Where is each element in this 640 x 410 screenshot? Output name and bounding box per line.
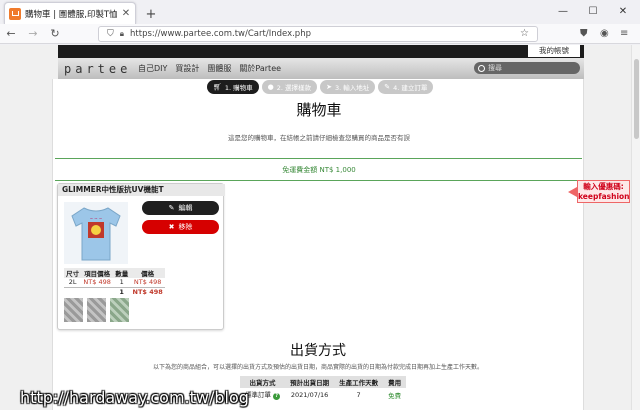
search-input[interactable]: 搜尋 (474, 62, 580, 74)
step-address: ➤ 3. 輸入地址 (320, 80, 376, 94)
globe-icon: ● (267, 83, 274, 91)
divider (55, 158, 582, 159)
total-qty: 1 (113, 286, 131, 296)
remove-label: 移除 (178, 223, 193, 231)
item-price-table: 尺寸 項目價格 數量 價格 2L NT$ 498 1 NT$ 498 1 NT$… (64, 268, 165, 296)
design-thumbnail[interactable] (64, 298, 83, 322)
scroll-thumb[interactable] (634, 59, 639, 139)
cart-item-card: GLIMMER中性版抗UV機能T ~ ~ ~ ✎ 編輯 ✖ 移除 尺寸 項目價格 數… (57, 183, 225, 330)
nav-group-wear[interactable]: 團體服 (207, 63, 231, 74)
browser-toolbar: ← → ↻ ⛉ 🔒︎ https://www.partee.com.tw/Car… (0, 24, 640, 44)
size-value: 2L (68, 278, 77, 287)
step-choose-style: ● 2. 選擇樣款 (261, 80, 318, 94)
search-icon (478, 64, 485, 72)
page-scrollbar[interactable] (631, 45, 640, 410)
pocket-icon[interactable]: ⛊ (580, 28, 588, 39)
col-price: 價格 (130, 268, 165, 278)
url-text[interactable]: https://www.partee.com.tw/Cart/Index.php (130, 29, 311, 39)
tshirt-image[interactable]: ~ ~ ~ (64, 202, 128, 264)
minimize-icon[interactable]: — (548, 0, 578, 22)
remove-button[interactable]: ✖ 移除 (142, 220, 219, 234)
cart-icon: 🛒︎ (213, 83, 222, 91)
my-account-link[interactable]: 我的帳號 (528, 45, 580, 57)
cart-favicon-icon (9, 7, 21, 20)
tab-bar: 購物車 | 團體服,印製T恤,客製化 ✕ + (0, 0, 640, 24)
close-tab-icon[interactable]: ✕ (121, 8, 131, 19)
pencil-icon: ✎ (168, 204, 175, 212)
nav-buy-design[interactable]: 買設計 (175, 63, 199, 74)
back-icon[interactable]: ← (0, 27, 22, 40)
nav-about[interactable]: 關於Partee (239, 63, 281, 74)
browser-tab[interactable]: 購物車 | 團體服,印製T恤,客製化 ✕ (4, 2, 136, 24)
cart-subtitle: 這是您的購物車，在結帳之前請仔細檢查您購買的商品是否有誤 (228, 134, 410, 142)
edit-label: 編輯 (178, 204, 193, 212)
new-tab-button[interactable]: + (142, 4, 160, 24)
site-navbar: partee 自己DIY 買設計 團體服 關於Partee 搜尋 (58, 58, 584, 79)
unit-price-value: NT$ 498 (83, 278, 111, 287)
page-title: 購物車 (296, 101, 342, 119)
qty-value: 1 (119, 278, 124, 287)
free-shipping-text: 免運費金額 NT$ 1,000 (282, 166, 356, 174)
step-label: 4. 建立訂單 (393, 84, 428, 92)
site-logo[interactable]: partee (64, 62, 130, 76)
design-thumbnails (64, 298, 129, 322)
edit-button[interactable]: ✎ 編輯 (142, 201, 219, 215)
bookmark-star-icon[interactable]: ☆ (520, 28, 529, 39)
reload-icon[interactable]: ↻ (44, 27, 66, 40)
col-size: 尺寸 (64, 268, 82, 278)
close-icon: ✖ (168, 223, 175, 231)
step-label: 2. 選擇樣款 (276, 84, 312, 92)
coupon-line-1: 輸入優惠碼: (583, 182, 624, 191)
coupon-callout: 輸入優惠碼: keepfashion (577, 180, 630, 203)
edit-icon: ✎ (384, 83, 391, 91)
watermark-text: http://hardaway.com.tw/blog (20, 388, 249, 407)
total-row: 1 NT$ 498 (64, 286, 165, 296)
maximize-icon[interactable]: ☐ (578, 0, 608, 22)
send-icon: ➤ (326, 83, 332, 91)
design-thumbnail[interactable] (110, 298, 129, 322)
nav-diy[interactable]: 自己DIY (138, 63, 167, 74)
item-name[interactable]: GLIMMER中性版抗UV機能T (58, 184, 225, 196)
forward-icon[interactable]: → (22, 27, 44, 40)
menu-icon[interactable]: ≡ (620, 28, 628, 39)
shield-icon[interactable]: ⛉ (107, 29, 114, 39)
lock-icon[interactable]: 🔒︎ (120, 29, 124, 39)
divider (55, 180, 582, 181)
step-label: 1. 購物車 (224, 84, 253, 92)
col-unit-price: 項目價格 (81, 268, 114, 278)
search-placeholder: 搜尋 (488, 64, 502, 72)
design-thumbnail[interactable] (87, 298, 106, 322)
step-create-order: ✎ 4. 建立訂單 (378, 80, 434, 94)
price-value: NT$ 498 (133, 278, 162, 287)
total-price: NT$ 498 (130, 286, 165, 296)
site-top-strip: 我的帳號 (58, 45, 584, 58)
table-row: 2L NT$ 498 1 NT$ 498 (64, 278, 165, 287)
account-icon[interactable]: ◉ (600, 28, 609, 39)
tab-title: 購物車 | 團體服,印製T恤,客製化 (25, 9, 117, 20)
col-qty: 數量 (113, 268, 131, 278)
address-bar[interactable]: ⛉ 🔒︎ https://www.partee.com.tw/Cart/Inde… (98, 26, 538, 42)
checkout-steps: 🛒︎ 1. 購物車 ● 2. 選擇樣款 ➤ 3. 輸入地址 ✎ 4. 建立訂單 (207, 80, 434, 94)
svg-text:~ ~ ~: ~ ~ ~ (90, 216, 103, 221)
coupon-code: keepfashion (578, 192, 630, 201)
step-cart[interactable]: 🛒︎ 1. 購物車 (207, 80, 259, 94)
arrow-left-icon (568, 187, 577, 197)
close-window-icon[interactable]: ✕ (608, 0, 638, 22)
step-label: 3. 輸入地址 (334, 84, 370, 92)
